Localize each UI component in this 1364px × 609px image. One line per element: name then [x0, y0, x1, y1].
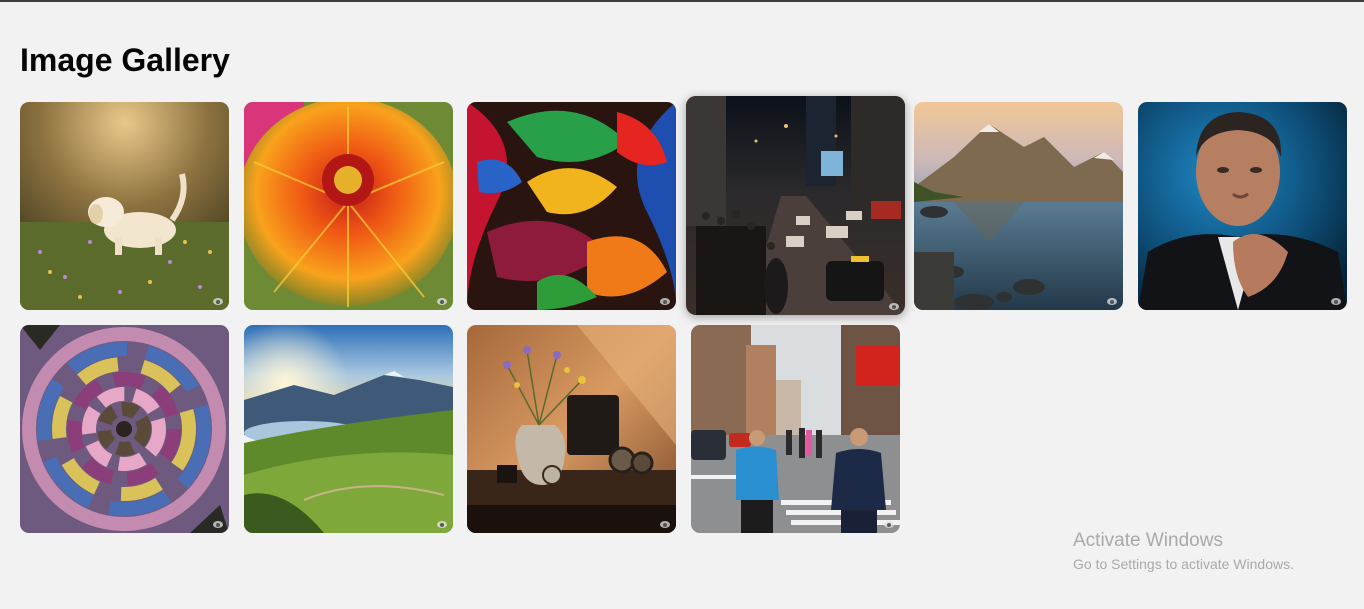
valley-sunrise-image: [244, 325, 453, 533]
windows-activation-watermark: Activate Windows Go to Settings to activ…: [1073, 530, 1294, 574]
abstract-swirl-painting-image: [467, 102, 676, 310]
gallery-image-city-street[interactable]: [691, 325, 900, 533]
eye-icon: [437, 298, 447, 305]
gallery-image-flower[interactable]: [244, 102, 453, 310]
watermark-subtitle: Go to Settings to activate Windows.: [1073, 556, 1294, 572]
eye-icon: [213, 521, 223, 528]
eye-icon: [1331, 298, 1341, 305]
still-life-vase-image: [467, 325, 676, 533]
gallery-image-puppy[interactable]: [20, 102, 229, 310]
eye-icon: [213, 298, 223, 305]
gallery-image-valley[interactable]: [244, 325, 453, 533]
man-portrait-image: [1138, 102, 1347, 310]
watermark-title: Activate Windows: [1073, 530, 1223, 551]
puppy-in-meadow-image: [20, 102, 229, 310]
orange-zinnia-flower-image: [244, 102, 453, 310]
eye-icon: [1107, 298, 1117, 305]
eye-icon: [437, 521, 447, 528]
city-street-pedestrians-image: [691, 325, 900, 533]
eye-icon: [660, 298, 670, 305]
mountain-lake-image: [914, 102, 1123, 310]
gallery-image-mountain[interactable]: [914, 102, 1123, 310]
gallery-image-portrait[interactable]: [1138, 102, 1347, 310]
top-border: [0, 0, 1364, 2]
night-city-street-image: [686, 96, 905, 315]
spiral-abstract-image: [20, 325, 229, 533]
gallery-image-abstract[interactable]: [467, 102, 676, 310]
page-title: Image Gallery: [20, 42, 230, 78]
gallery-image-still-life[interactable]: [467, 325, 676, 533]
gallery-image-night-city[interactable]: [686, 96, 905, 315]
gallery-image-spiral[interactable]: [20, 325, 229, 533]
eye-icon: [889, 303, 899, 310]
eye-icon: [884, 521, 894, 528]
eye-icon: [660, 521, 670, 528]
